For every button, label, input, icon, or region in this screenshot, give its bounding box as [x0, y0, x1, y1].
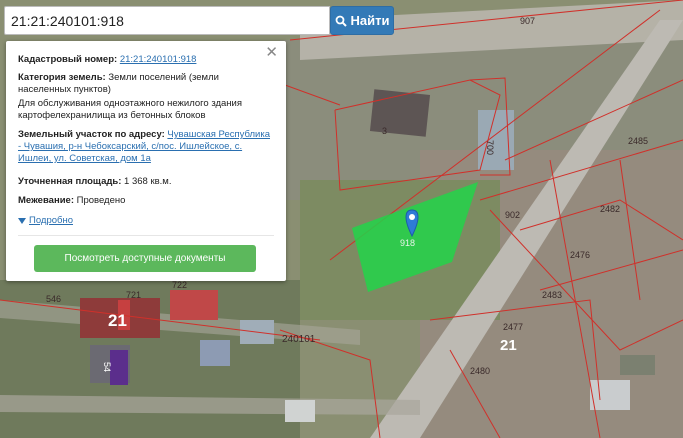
map-label-2480: 2480: [470, 366, 490, 376]
area-label: Уточненная площадь:: [18, 176, 122, 187]
map-label-700: 700: [485, 140, 495, 155]
map-label-721: 721: [126, 290, 141, 300]
area-row: Уточненная площадь: 1 368 кв.м.: [18, 176, 273, 188]
map-label-722: 722: [172, 280, 187, 290]
search-icon: [335, 15, 347, 27]
map-label-240101: 240101: [282, 334, 316, 345]
land-category-row: Категория земель: Земли поселений (земли…: [18, 72, 273, 96]
map-label-546: 546: [46, 294, 61, 304]
cadastral-number-label: Кадастровый номер:: [18, 54, 118, 65]
map-label-54: 54: [102, 362, 112, 372]
map-label-918: 918: [400, 238, 415, 248]
address-row: Земельный участок по адресу: Чувашская Р…: [18, 129, 273, 165]
map-label-2483: 2483: [542, 290, 562, 300]
details-toggle-label: Подробно: [29, 215, 73, 226]
cadastral-number-row: Кадастровый номер: 21:21:240101:918: [18, 54, 273, 66]
map-label-3: 3: [382, 126, 387, 136]
land-category-label: Категория земель:: [18, 72, 106, 83]
triangle-down-icon: [18, 217, 26, 224]
survey-value: Проведено: [76, 195, 126, 206]
map-label-2482: 2482: [600, 204, 620, 214]
survey-row: Межевание: Проведено: [18, 195, 273, 207]
view-documents-button[interactable]: Посмотреть доступные документы: [34, 245, 256, 272]
search-bar: Найти: [4, 6, 394, 35]
address-label: Земельный участок по адресу:: [18, 129, 165, 140]
land-purpose-text: Для обслуживания одноэтажного нежилого з…: [18, 98, 242, 121]
search-button-label: Найти: [350, 13, 390, 28]
map-label-21-left: 21: [108, 311, 127, 330]
map-label-2485: 2485: [628, 136, 648, 146]
parcel-info-panel: ✕ Кадастровый номер: 21:21:240101:918 Ка…: [6, 41, 286, 281]
map-label-902: 902: [505, 210, 520, 220]
map-label-907: 907: [520, 16, 535, 26]
survey-label: Межевание:: [18, 195, 74, 206]
panel-divider: [18, 235, 274, 236]
map-label-2476: 2476: [570, 250, 590, 260]
cadastral-number-link[interactable]: 21:21:240101:918: [120, 54, 197, 65]
search-input[interactable]: [4, 6, 330, 35]
search-button[interactable]: Найти: [330, 6, 394, 35]
map-label-21-right: 21: [500, 337, 517, 354]
map-label-2477: 2477: [503, 322, 523, 332]
details-toggle[interactable]: Подробно: [18, 215, 73, 226]
area-value: 1 368 кв.м.: [124, 176, 172, 187]
